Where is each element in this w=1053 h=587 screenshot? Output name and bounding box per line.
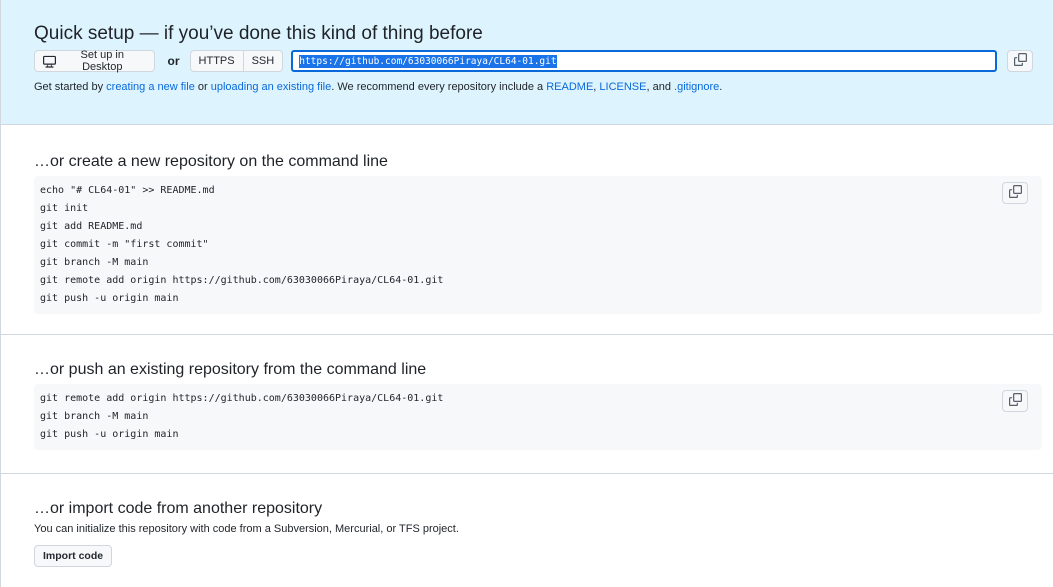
push-existing-code-block: git remote add origin https://github.com… [34,384,1042,450]
copy-icon [1008,393,1022,409]
copy-icon [1013,53,1027,69]
new-repo-code-block: echo "# CL64-01" >> README.md git init g… [34,176,1042,314]
push-existing-title: …or push an existing repository from the… [34,361,427,378]
clone-url-value: https://github.com/63030066Piraya/CL64-0… [299,54,557,68]
new-repo-title: …or create a new repository on the comma… [34,153,388,170]
import-title: …or import code from another repository [34,500,323,517]
desktop-icon [43,55,56,68]
help-text: , and [646,81,675,93]
upload-existing-file-link[interactable]: uploading an existing file [211,81,331,93]
copy-push-existing-button[interactable] [1002,390,1028,412]
quick-setup-help: Get started by creating a new file or up… [34,81,1033,93]
license-link[interactable]: LICENSE [599,81,646,93]
setup-in-desktop-button[interactable]: Set up in Desktop [34,49,155,73]
or-separator: or [167,54,180,68]
create-new-file-link[interactable]: creating a new file [106,81,195,93]
push-existing-code[interactable]: git remote add origin https://github.com… [40,390,1036,444]
quick-setup-panel: Quick setup — if you’ve done this kind o… [1,0,1053,125]
copy-icon [1008,185,1022,201]
repo-setup-page: Quick setup — if you’ve done this kind o… [0,0,1053,587]
import-section: …or import code from another repository … [1,474,1053,587]
new-repo-code[interactable]: echo "# CL64-01" >> README.md git init g… [40,182,1036,308]
clone-url-input[interactable]: https://github.com/63030066Piraya/CL64-0… [291,50,998,72]
protocol-toggle: HTTPS SSH [189,50,284,72]
push-existing-section: …or push an existing repository from the… [1,335,1053,474]
copy-new-repo-button[interactable] [1002,182,1028,204]
help-text: . [719,81,723,93]
copy-url-button[interactable] [1007,50,1033,72]
help-text: Get started by [34,81,107,93]
setup-in-desktop-label: Set up in Desktop [80,49,124,73]
import-code-button[interactable]: Import code [34,545,113,567]
https-button[interactable]: HTTPS [189,50,244,72]
new-repo-section: …or create a new repository on the comma… [1,125,1053,335]
gitignore-link[interactable]: .gitignore [674,81,719,93]
ssh-button[interactable]: SSH [243,50,284,72]
clone-url-row: Set up in Desktop or HTTPS SSH https://g… [34,49,1033,73]
help-text: or [194,81,211,93]
help-text: . We recommend every repository include … [331,81,547,93]
import-description: You can initialize this repository with … [34,523,459,535]
readme-link[interactable]: README [546,81,593,93]
quick-setup-title: Quick setup — if you’ve done this kind o… [34,23,483,44]
